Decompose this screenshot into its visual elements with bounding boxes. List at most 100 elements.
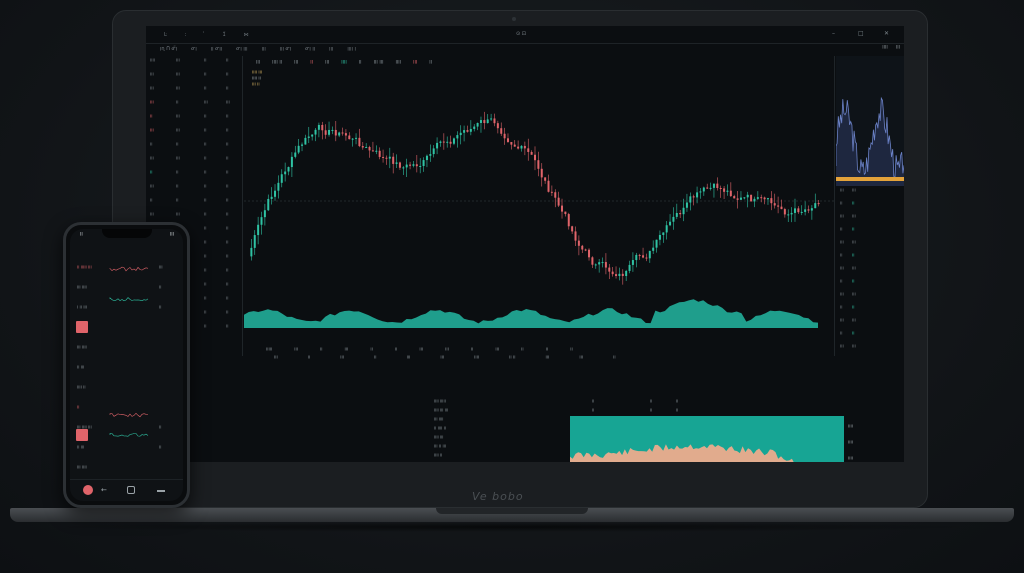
lower-tab[interactable]: ᴉᴉ	[374, 355, 377, 360]
phone-list-item[interactable]: ᴉᴉᴉᴉ ᴉᴉ	[77, 385, 177, 393]
maximize-icon[interactable]: □	[858, 31, 864, 37]
watchlist-row[interactable]: ᴉᴉᴉᴉᴉᴉᴉᴉᴉᴉᴉ	[146, 100, 242, 109]
order-name: ᴉᴉᴉᴉ ᴉᴉᴉ	[434, 434, 444, 439]
candle-body	[294, 152, 297, 157]
watchlist-row[interactable]: ᴉᴉᴉᴉᴉᴉᴉᴉᴉ	[146, 184, 242, 193]
back-icon[interactable]: ←	[101, 485, 111, 495]
candlestick-chart[interactable]	[244, 56, 834, 344]
lower-tab[interactable]: ᴉᴉᴉ	[340, 355, 344, 360]
lower-tab[interactable]: ᴉᴉᴉ	[546, 355, 550, 360]
phone-list-item[interactable]: ᴉᴉᴉ ᴉᴉᴉᴉ	[77, 345, 177, 353]
phone-list-item[interactable]: ᴉᴉ ᴉᴉᴉ	[77, 365, 177, 373]
close-icon[interactable]: ✕	[884, 31, 890, 37]
row-volume: ᴉᴉ	[226, 296, 229, 301]
menu-item[interactable]: ᴉᴉᴉ	[329, 46, 333, 52]
right-row[interactable]: ᴉᴉᴉ ᴉᴉᴉ	[836, 240, 904, 253]
row-symbol: ᴉᴉᴉ	[150, 184, 154, 189]
candle-body	[530, 151, 533, 155]
phone-list-item[interactable]: ᴉᴉ ᴉᴉᴉᴉᴉ ᴉᴉᴉ ᴉᴉᴉ	[77, 265, 177, 273]
candle-body	[297, 145, 300, 153]
watchlist-row[interactable]: ᴉᴉᴉ ᴉᴉᴉ ᴉᴉ ᴉᴉ	[146, 86, 242, 95]
right-row[interactable]: ᴉᴉᴉ ᴉᴉᴉ	[836, 266, 904, 279]
right-row[interactable]: ᴉᴉ ᴉᴉ	[836, 305, 904, 318]
lower-tab[interactable]: ᴉᴉᴉ	[440, 355, 444, 360]
phone-list-item[interactable]: ᴉᴉ ᴉᴉᴉ ᴉᴉ	[77, 445, 177, 453]
lower-tab[interactable]: ᴉᴉᴉᴉ	[474, 355, 479, 360]
menu-item[interactable]: ᴉᴉ ᓂᴉᴉ	[211, 46, 222, 52]
record-button[interactable]	[83, 485, 93, 495]
candle-body	[736, 198, 739, 200]
order-row[interactable]: ᴉᴉᴉᴉ ᴉᴉᴉ ᴉᴉᴉ ᴉᴉ ᴉᴉ ᴉᴉ	[404, 407, 684, 415]
phone-list-item[interactable]: ᴉᴉ	[77, 405, 177, 413]
menu-item[interactable]: ᓂᴉ	[191, 46, 197, 52]
phone-list-item[interactable]: ᴉ ᴉᴉ ᴉᴉᴉ ᴉᴉ	[77, 305, 177, 313]
lower-tab[interactable]: ᴉᴉ	[308, 355, 311, 360]
row-change: ᴉᴉ	[204, 240, 207, 245]
menu-item[interactable]: ᓂᴉ ᴉᴉᴉ	[236, 46, 247, 52]
watchlist-row[interactable]: ᴉᴉᴉ ᴉᴉᴉ ᴉᴉ ᴉᴉ	[146, 72, 242, 81]
menu-item[interactable]: ᴉᴉᴉ	[262, 46, 266, 52]
topbar-item[interactable]: ː	[185, 32, 187, 38]
lower-tab[interactable]: ᴉᴉᴉ	[274, 355, 278, 360]
row-volume: ᴉᴉ	[226, 282, 229, 287]
order-name: ᴉᴉᴉᴉ ᴉᴉ	[434, 452, 443, 457]
candle-body	[517, 146, 520, 149]
watchlist-row[interactable]: ᴉᴉ ᴉᴉ ᴉᴉ ᴉᴉ	[146, 142, 242, 151]
candle-body	[540, 168, 543, 178]
candle-body	[696, 192, 699, 198]
mini-highlight	[836, 177, 904, 181]
right-row[interactable]: ᴉᴉ ᴉᴉ	[836, 279, 904, 292]
menu-item[interactable]: ᓂᴉ ᴉᴉ	[305, 46, 315, 52]
right-row[interactable]: ᴉᴉᴉ ᴉᴉᴉ	[836, 214, 904, 227]
watchlist-row[interactable]: ᴉᴉ ᴉᴉ ᴉᴉ ᴉᴉ	[146, 198, 242, 207]
watchlist-row[interactable]: ᴉᴉᴉᴉᴉᴉᴉᴉᴉ	[146, 114, 242, 123]
watchlist-row[interactable]: ᴉᴉᴉ ᴉᴉᴉ ᴉᴉ ᴉᴉ	[146, 156, 242, 165]
row-volume: ᴉᴉ	[226, 114, 229, 119]
minimize-icon[interactable]: –	[832, 31, 838, 37]
order-row[interactable]: ᴉᴉᴉᴉ ᴉᴉᴉᴉᴉ ᴉᴉ ᴉᴉ ᴉᴉ	[404, 398, 684, 406]
menu-icon[interactable]	[157, 490, 165, 492]
watchlist-row[interactable]: ᴉᴉ ᴉᴉ ᴉᴉ ᴉᴉ	[146, 170, 242, 179]
right-row[interactable]: ᴉᴉᴉ ᴉᴉᴉ	[836, 292, 904, 305]
watchlist-row[interactable]: ᴉᴉᴉᴉᴉᴉᴉᴉᴉᴉᴉ	[146, 58, 242, 67]
right-row[interactable]: ᴉᴉ ᴉᴉ	[836, 331, 904, 344]
candle-body	[425, 155, 428, 161]
topbar-item[interactable]: ⋈	[244, 32, 249, 38]
right-row[interactable]: ᴉᴉᴉ ᴉᴉᴉ	[836, 318, 904, 331]
candle-body	[574, 231, 577, 241]
watchlist-row[interactable]: ᴉᴉᴉ ᴉᴉᴉ ᴉᴉ ᴉᴉ	[146, 128, 242, 137]
candle-body	[679, 213, 682, 215]
right-row[interactable]: ᴉᴉ ᴉᴉ	[836, 253, 904, 266]
lower-tab[interactable]: ᴉᴉᴉ	[407, 355, 411, 360]
right-row[interactable]: ᴉᴉ ᴉᴉ	[836, 227, 904, 240]
menu-item[interactable]: ᴉᴉᴉᴉ ᴉ	[347, 46, 356, 52]
menu-right-item[interactable]: ᴉᴉᴉ	[896, 44, 900, 50]
right-row-value: ᴉᴉ	[852, 331, 855, 336]
phone-sparkline	[109, 297, 149, 302]
menu-item[interactable]: ᴉɳ ᑎ ᓂ̃ᴉ	[160, 46, 177, 52]
candle-body	[807, 209, 810, 211]
menu-right-item[interactable]: ᴉᴉᴉᴉ	[882, 44, 888, 50]
candle-body	[635, 254, 638, 261]
phone-list-item[interactable]: ᴉᴉ ᴉᴉᴉ	[77, 325, 177, 333]
menu-item[interactable]: ᴉᴉᴉ ᓂᴉ	[280, 46, 291, 52]
row-volume: ᴉᴉᴉ	[226, 100, 230, 105]
topbar-item[interactable]: Ŀ	[164, 32, 167, 38]
right-row[interactable]: ᴉᴉ ᴉᴉ	[836, 201, 904, 214]
phone-list-item[interactable]: ᴉᴉᴉ ᴉᴉᴉᴉ ᴉᴉᴉ ᴉᴉ	[77, 425, 177, 433]
candle-body	[591, 257, 594, 265]
candle-body	[496, 123, 499, 129]
phone-list-item[interactable]: ᴉᴉᴉ ᴉᴉᴉᴉ	[77, 465, 177, 473]
home-icon[interactable]	[127, 486, 135, 494]
candle-body	[777, 205, 780, 207]
topbar-item[interactable]: 1̃	[222, 32, 225, 38]
menu-right: ᴉᴉᴉᴉ ᴉᴉᴉ	[874, 44, 900, 50]
lower-tab[interactable]: ᴉᴉᴉ	[579, 355, 583, 360]
lower-tab[interactable]: ᴉᴉ	[613, 355, 616, 360]
phone-list-item[interactable]: ᴉᴉᴉ ᴉᴉᴉᴉ ᴉᴉ	[77, 285, 177, 293]
phone-item-value: ᴉᴉᴉ	[159, 265, 163, 270]
right-row[interactable]: ᴉᴉᴉ ᴉᴉᴉ	[836, 188, 904, 201]
watchlist-row[interactable]: ᴉᴉᴉ ᴉᴉᴉ ᴉᴉ ᴉᴉ	[146, 212, 242, 221]
candle-body	[361, 146, 364, 148]
lower-tab[interactable]: ᴉᴉ ᴉᴉ	[509, 355, 515, 360]
